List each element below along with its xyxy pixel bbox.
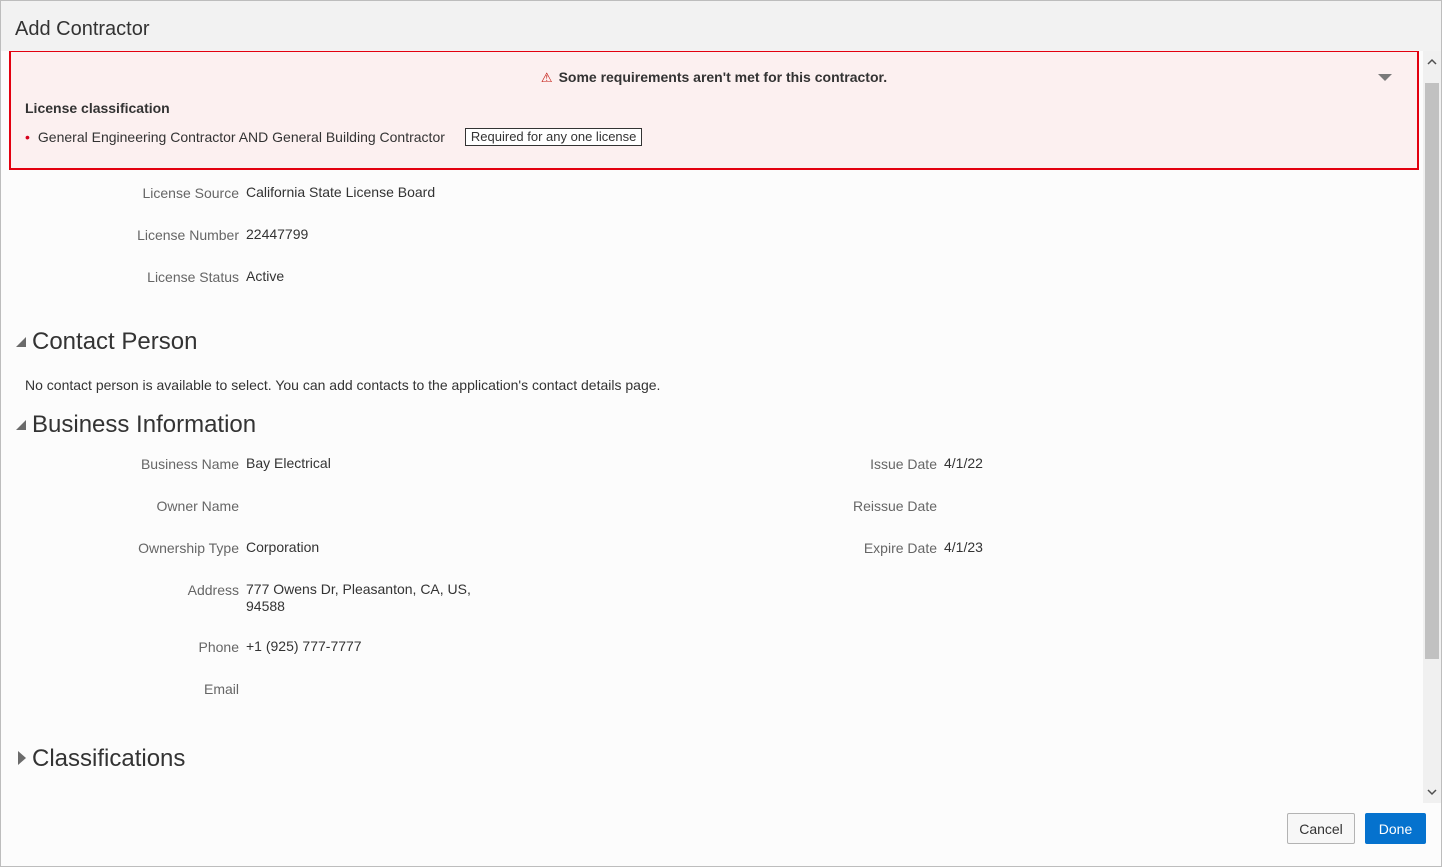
- reissue-date-row: Reissue Date: [701, 497, 1201, 517]
- issue-date-label: Issue Date: [870, 456, 937, 472]
- license-status-row: License Status Active: [1, 268, 701, 288]
- phone-row: Phone +1 (925) 777-7777: [1, 638, 701, 658]
- issue-date-row: Issue Date 4/1/22: [701, 455, 1201, 475]
- classifications-expand-icon[interactable]: [16, 751, 28, 765]
- license-status-label: License Status: [147, 269, 239, 285]
- license-source-row: License Source California State License …: [1, 184, 701, 204]
- add-contractor-dialog: Add Contractor ⚠ Some requirements aren't…: [0, 0, 1442, 867]
- address-label: Address: [187, 582, 239, 598]
- contact-person-collapse-icon[interactable]: [15, 335, 27, 347]
- bullet-icon: •: [25, 129, 30, 145]
- owner-name-label: Owner Name: [156, 498, 239, 514]
- classifications-heading: Classifications: [32, 745, 186, 772]
- banner-heading: Some requirements aren't met for this co…: [558, 69, 888, 85]
- owner-name-row: Owner Name: [1, 497, 701, 517]
- ownership-type-row: Ownership Type Corporation: [1, 539, 701, 559]
- email-row: Email: [1, 680, 701, 700]
- license-number-row: License Number 22447799: [1, 226, 701, 246]
- business-name-label: Business Name: [140, 456, 239, 472]
- business-name-row: Business Name Bay Electrical: [1, 455, 701, 475]
- business-info-heading: Business Information: [32, 411, 257, 438]
- scroll-down-icon[interactable]: [1423, 783, 1441, 801]
- warning-triangle-icon: ⚠: [540, 70, 553, 85]
- banner-item-text: General Engineering Contractor AND Gener…: [37, 129, 445, 145]
- dialog-header: Add Contractor: [1, 1, 1441, 51]
- business-info-collapse-icon[interactable]: [15, 418, 27, 430]
- requirements-warning-banner: ⚠ Some requirements aren't met for this c…: [9, 51, 1419, 170]
- ownership-type-label: Ownership Type: [138, 540, 239, 556]
- address-line1: 777 Owens Dr, Pleasanton, CA, US,: [246, 581, 471, 597]
- collapse-banner-icon[interactable]: [1377, 70, 1393, 84]
- issue-date-value: 4/1/22: [944, 455, 983, 471]
- contact-person-message: No contact person is available to select…: [25, 377, 661, 393]
- expire-date-label: Expire Date: [863, 540, 937, 556]
- dialog-title: Add Contractor: [15, 18, 150, 40]
- ownership-type-value: Corporation: [246, 539, 320, 555]
- expire-date-row: Expire Date 4/1/23: [701, 539, 1201, 559]
- dialog-content: ⚠ Some requirements aren't met for this c…: [1, 51, 1421, 803]
- license-status-value: Active: [246, 268, 285, 284]
- business-name-value: Bay Electrical: [246, 455, 331, 471]
- scroll-up-icon[interactable]: [1423, 53, 1441, 71]
- banner-subtitle: License classification: [25, 100, 170, 116]
- contact-person-heading: Contact Person: [32, 328, 198, 355]
- scrollbar-thumb[interactable]: [1425, 83, 1439, 659]
- email-label: Email: [203, 681, 239, 697]
- done-button[interactable]: Done: [1365, 813, 1426, 844]
- required-badge: Required for any one license: [464, 128, 643, 146]
- license-number-label: License Number: [137, 227, 239, 243]
- banner-heading-row: ⚠ Some requirements aren't met for this c…: [11, 68, 1417, 87]
- reissue-date-label: Reissue Date: [852, 498, 937, 514]
- address-line2: 94588: [246, 598, 285, 614]
- license-number-value: 22447799: [246, 226, 309, 242]
- license-source-value: California State License Board: [246, 184, 436, 200]
- license-source-label: License Source: [142, 185, 239, 201]
- phone-label: Phone: [198, 639, 239, 655]
- phone-value: +1 (925) 777-7777: [246, 638, 362, 654]
- expire-date-value: 4/1/23: [944, 539, 983, 555]
- vertical-scrollbar[interactable]: [1423, 51, 1441, 803]
- cancel-button[interactable]: Cancel: [1287, 813, 1355, 844]
- banner-list-item: • General Engineering Contractor AND Gen…: [25, 128, 643, 146]
- address-row: Address 777 Owens Dr, Pleasanton, CA, US…: [1, 581, 701, 621]
